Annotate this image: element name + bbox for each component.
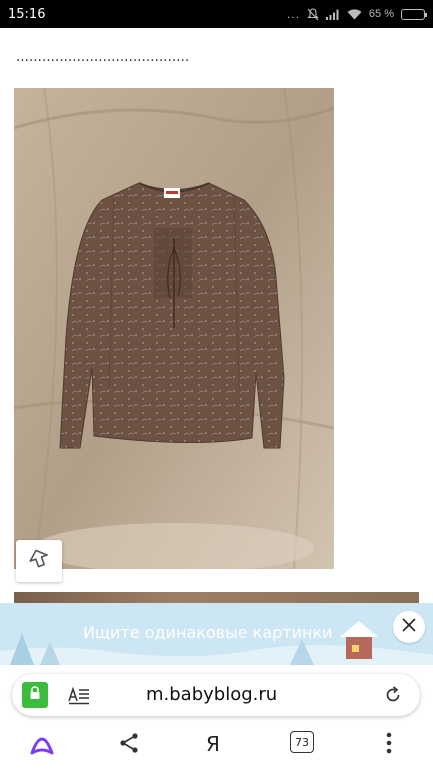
yandex-letter: Я bbox=[206, 732, 220, 756]
secure-connection-button[interactable] bbox=[22, 682, 48, 708]
wifi-icon bbox=[347, 8, 362, 20]
address-bar-area: m.babyblog.ru bbox=[0, 665, 433, 723]
share-button[interactable] bbox=[117, 731, 141, 760]
reader-mode-icon[interactable] bbox=[68, 685, 90, 710]
battery-percent: 65 % bbox=[368, 8, 394, 20]
tab-count: 73 bbox=[290, 731, 314, 753]
status-bar: 15:16 ... 65 % bbox=[0, 0, 433, 28]
signal-icon bbox=[325, 9, 340, 20]
notification-dots: ... bbox=[286, 7, 300, 21]
reload-icon[interactable] bbox=[383, 685, 403, 710]
yandex-button[interactable]: Я bbox=[206, 732, 220, 756]
mute-bell-icon bbox=[307, 7, 319, 21]
tabs-button[interactable]: 73 bbox=[290, 731, 314, 753]
menu-button[interactable] bbox=[385, 731, 393, 760]
battery-icon bbox=[401, 8, 427, 20]
tracking-button[interactable] bbox=[16, 540, 62, 582]
banner-close-button[interactable] bbox=[393, 611, 425, 643]
alice-button[interactable] bbox=[28, 731, 56, 762]
image-search-banner[interactable]: Ищите одинаковые картинки bbox=[0, 603, 433, 665]
alice-icon bbox=[28, 731, 56, 762]
tracking-arrow-icon bbox=[27, 547, 51, 576]
close-icon bbox=[401, 617, 417, 638]
menu-dots-icon bbox=[385, 731, 393, 760]
status-time: 15:16 bbox=[8, 6, 46, 22]
bottom-navigation: Я 73 bbox=[0, 723, 433, 770]
share-icon bbox=[117, 731, 141, 760]
dotted-text: ........................................ bbox=[16, 50, 190, 65]
browser-screen: 15:16 ... 65 % .........................… bbox=[0, 0, 433, 770]
status-icons: ... 65 % bbox=[286, 7, 427, 21]
banner-text: Ищите одинаковые картинки bbox=[83, 623, 333, 642]
lock-icon bbox=[29, 685, 41, 705]
blouse-photo[interactable] bbox=[14, 88, 334, 569]
url-text[interactable]: m.babyblog.ru bbox=[146, 684, 277, 705]
address-bar[interactable]: m.babyblog.ru bbox=[12, 674, 420, 716]
